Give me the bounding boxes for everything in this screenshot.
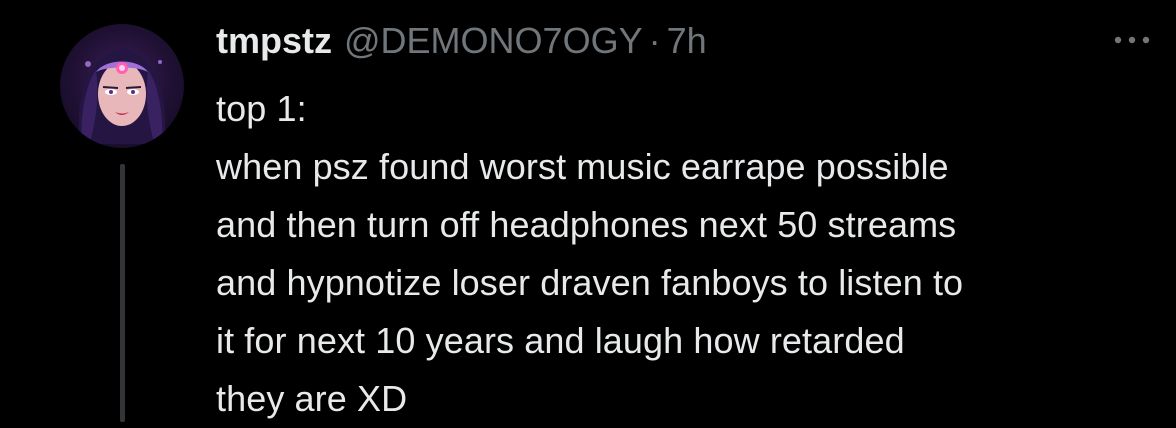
user-handle[interactable]: @DEMONO7OGY: [344, 17, 643, 65]
separator-dot: ·: [648, 20, 661, 61]
timestamp[interactable]: 7h: [667, 17, 707, 65]
tweet-text-line: top 1:: [216, 88, 307, 129]
tweet-text-line: and then turn off headphones next 50 str…: [216, 204, 957, 245]
tweet-header: tmpstz @DEMONO7OGY · 7h: [216, 17, 707, 65]
thread-line: [120, 164, 125, 422]
more-horizontal-icon[interactable]: [1108, 28, 1156, 52]
display-name[interactable]: tmpstz: [216, 17, 332, 65]
tweet-text-line: and hypnotize loser draven fanboys to li…: [216, 262, 964, 303]
tweet-text-line: it for next 10 years and laugh how retar…: [216, 320, 905, 361]
tweet-text-line: when psz found worst music earrape possi…: [216, 146, 949, 187]
tweet[interactable]: tmpstz @DEMONO7OGY · 7h top 1: when psz …: [0, 0, 1176, 422]
avatar[interactable]: [60, 24, 184, 148]
avatar-image: [78, 48, 166, 144]
tweet-text: top 1: when psz found worst music earrap…: [216, 80, 1161, 428]
tweet-text-line: they are XD: [216, 378, 408, 419]
